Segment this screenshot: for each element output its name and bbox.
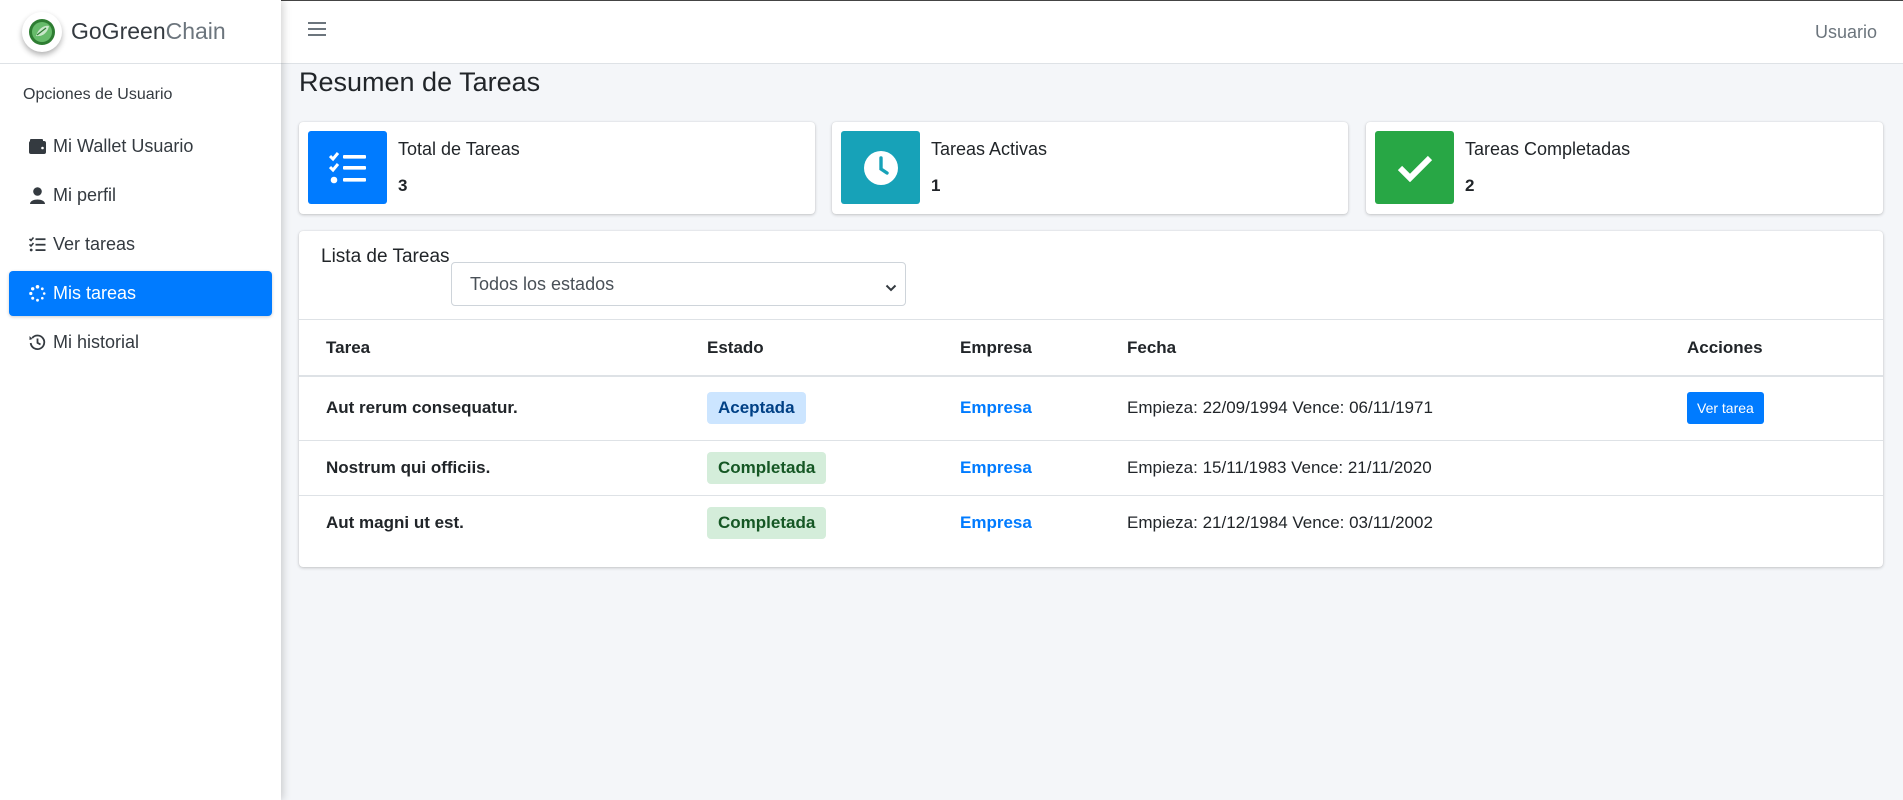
actions-cell — [1687, 440, 1883, 496]
company-link[interactable]: Empresa — [960, 495, 1127, 550]
sidebar-item-label: Ver tareas — [53, 234, 136, 254]
column-header: Empresa — [960, 320, 1127, 377]
user-icon — [29, 187, 46, 204]
column-header: Tarea — [299, 320, 707, 377]
tasks-icon — [308, 131, 387, 204]
brand-logo — [22, 11, 62, 52]
chevron-down-icon — [885, 277, 897, 298]
sidebar-item-label: Mi historial — [53, 332, 140, 352]
task-list-card: Lista de Tareas Todos los estados Tarea … — [299, 231, 1883, 567]
main-content: Resumen de Tareas Total de Tareas 3 Tare… — [281, 64, 1903, 800]
history-icon — [29, 334, 46, 351]
column-header: Estado — [707, 320, 960, 377]
brand-name: GoGreenChain — [71, 18, 226, 44]
sidebar-item-label: Mi perfil — [53, 185, 117, 205]
view-task-button[interactable]: Ver tarea — [1687, 392, 1764, 425]
clock-icon — [841, 131, 920, 204]
stat-label: Tareas Activas — [931, 139, 1048, 159]
stat-completed-tasks: Tareas Completadas 2 — [1366, 122, 1883, 214]
table-row: Aut rerum consequatur. Aceptada Empresa … — [299, 376, 1883, 441]
sidebar-item-my-tasks[interactable]: Mis tareas — [9, 271, 272, 316]
card-title: Lista de Tareas — [321, 246, 450, 267]
table-row: Nostrum qui officiis. Completada Empresa… — [299, 440, 1883, 496]
company-link[interactable]: Empresa — [960, 440, 1127, 496]
task-name: Aut magni ut est. — [326, 512, 464, 532]
task-table: Tarea Estado Empresa Fecha Acciones Aut … — [299, 320, 1883, 550]
select-value: Todos los estados — [470, 273, 615, 294]
sidebar: GoGreenChain Opciones de Usuario Mi Wall… — [0, 0, 281, 800]
user-menu-link[interactable]: Usuario — [1815, 22, 1877, 43]
card-header: Lista de Tareas Todos los estados — [299, 231, 1883, 320]
task-name: Nostrum qui officiis. — [299, 440, 707, 496]
stat-value: 1 — [931, 176, 941, 195]
page-title: Resumen de Tareas — [299, 67, 541, 97]
sidebar-item-history[interactable]: Mi historial — [9, 320, 272, 365]
stat-total-tasks: Total de Tareas 3 — [299, 122, 815, 214]
task-dates: Empieza: 21/12/1984 Vence: 03/11/2002 — [1127, 512, 1433, 532]
brand-link[interactable]: GoGreenChain — [0, 0, 281, 64]
sidebar-item-label: Mi Wallet Usuario — [53, 136, 194, 156]
sidebar-item-profile[interactable]: Mi perfil — [9, 173, 272, 218]
status-badge: Aceptada — [707, 392, 806, 425]
status-badge: Completada — [707, 506, 827, 539]
spinner-icon — [29, 285, 46, 302]
check-icon — [1375, 131, 1454, 204]
actions-cell — [1687, 495, 1883, 550]
task-dates: Empieza: 15/11/1983 Vence: 21/11/2020 — [1127, 440, 1687, 496]
status-filter-select[interactable]: Todos los estados — [451, 262, 906, 306]
menu-toggle-icon[interactable] — [308, 22, 326, 38]
stat-active-tasks: Tareas Activas 1 — [832, 122, 1348, 214]
table-header-row: Tarea Estado Empresa Fecha Acciones — [299, 320, 1883, 377]
stat-value: 3 — [398, 176, 408, 195]
task-name: Aut rerum consequatur. — [299, 376, 707, 441]
top-navbar: Usuario — [281, 0, 1903, 64]
column-header: Acciones — [1687, 320, 1883, 377]
sidebar-item-label: Mis tareas — [53, 283, 137, 303]
stat-label: Total de Tareas — [398, 139, 520, 159]
sidebar-item-wallet[interactable]: Mi Wallet Usuario — [9, 124, 272, 169]
column-header: Fecha — [1127, 320, 1687, 377]
status-badge: Completada — [707, 451, 827, 484]
stat-label: Tareas Completadas — [1465, 139, 1631, 159]
sidebar-header: Opciones de Usuario — [23, 86, 173, 103]
stat-value: 2 — [1465, 176, 1475, 195]
table-row: Aut magni ut est. Completada Empresa Emp… — [299, 495, 1883, 550]
task-dates: Empieza: 22/09/1994 Vence: 06/11/1971 — [1127, 376, 1687, 441]
company-link[interactable]: Empresa — [960, 376, 1127, 441]
tasks-list-icon — [29, 236, 46, 253]
wallet-icon — [29, 138, 46, 155]
sidebar-item-view-tasks[interactable]: Ver tareas — [9, 222, 272, 267]
